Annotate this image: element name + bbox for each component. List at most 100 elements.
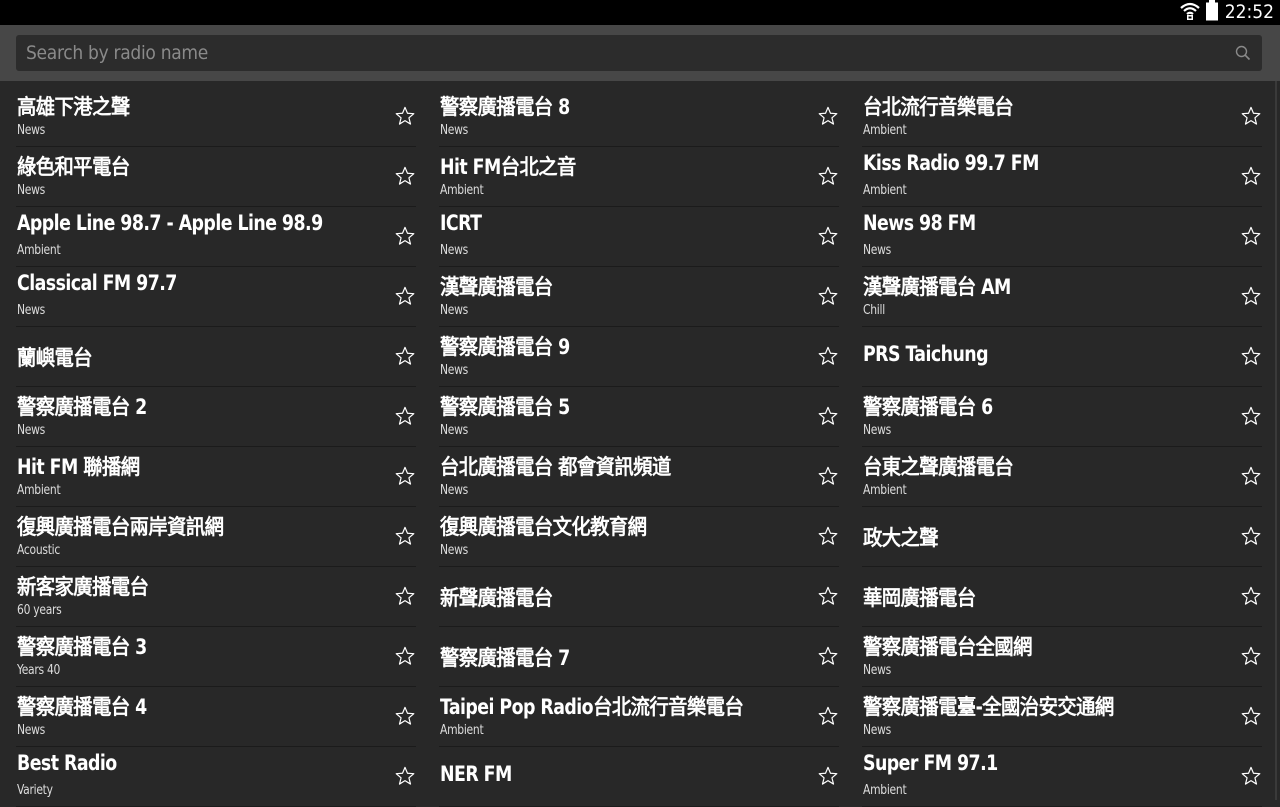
wifi-icon xyxy=(1179,1,1201,25)
search-icon[interactable] xyxy=(1234,44,1252,62)
favorite-star-icon[interactable] xyxy=(1240,465,1262,487)
favorite-star-icon[interactable] xyxy=(817,285,839,307)
favorite-star-icon[interactable] xyxy=(1240,705,1262,727)
station-list-item[interactable]: 台北廣播電台 都會資訊頻道 News xyxy=(439,447,839,507)
favorite-star-icon[interactable] xyxy=(1240,225,1262,247)
favorite-star-icon[interactable] xyxy=(817,645,839,667)
favorite-star-icon[interactable] xyxy=(394,585,416,607)
favorite-star-icon[interactable] xyxy=(1240,405,1262,427)
station-list-item[interactable]: Hit FM 聯播網 Ambient xyxy=(16,447,416,507)
station-list-item[interactable]: 漢聲廣播電台 News xyxy=(439,267,839,327)
favorite-star-icon[interactable] xyxy=(394,405,416,427)
favorite-star-icon[interactable] xyxy=(394,105,416,127)
station-name: 新聲廣播電台 xyxy=(440,586,553,610)
station-genre: News xyxy=(440,423,468,438)
station-genre: News xyxy=(440,243,468,258)
favorite-star-icon[interactable] xyxy=(394,225,416,247)
station-name: 警察廣播電台 9 xyxy=(440,335,570,359)
favorite-star-icon[interactable] xyxy=(817,465,839,487)
favorite-star-icon[interactable] xyxy=(394,705,416,727)
station-list-item[interactable]: 綠色和平電台 News xyxy=(16,147,416,207)
station-genre: 60 years xyxy=(17,603,62,618)
station-genre: Ambient xyxy=(17,483,61,498)
station-list-item[interactable]: 華岡廣播電台 xyxy=(862,567,1262,627)
station-list-item[interactable]: 新聲廣播電台 xyxy=(439,567,839,627)
station-list-item[interactable]: 政大之聲 xyxy=(862,507,1262,567)
station-column-3: 台北流行音樂電台 Ambient Kiss Radio 99.7 FM Ambient… xyxy=(862,87,1262,807)
favorite-star-icon[interactable] xyxy=(394,165,416,187)
station-list-item[interactable]: Classical FM 97.7 News xyxy=(16,267,416,327)
favorite-star-icon[interactable] xyxy=(1240,765,1262,787)
favorite-star-icon[interactable] xyxy=(394,345,416,367)
station-list-item[interactable]: 警察廣播電台 7 xyxy=(439,627,839,687)
station-list-item[interactable]: 警察廣播電台 8 News xyxy=(439,87,839,147)
favorite-star-icon[interactable] xyxy=(394,645,416,667)
station-name: Super FM 97.1 xyxy=(863,751,998,775)
station-name: 警察廣播電台 2 xyxy=(17,395,147,419)
station-list-item[interactable]: NER FM xyxy=(439,747,839,807)
station-list-item[interactable]: 警察廣播電台 9 News xyxy=(439,327,839,387)
station-list-item[interactable]: 警察廣播電臺-全國治安交通網 News xyxy=(862,687,1262,747)
station-list-item[interactable]: 漢聲廣播電台 AM Chill xyxy=(862,267,1262,327)
station-list-item[interactable]: Kiss Radio 99.7 FM Ambient xyxy=(862,147,1262,207)
station-list-item[interactable]: 復興廣播電台文化教育網 News xyxy=(439,507,839,567)
station-list-item[interactable]: 復興廣播電台兩岸資訊網 Acoustic xyxy=(16,507,416,567)
station-list-item[interactable]: Hit FM台北之音 Ambient xyxy=(439,147,839,207)
favorite-star-icon[interactable] xyxy=(1240,285,1262,307)
favorite-star-icon[interactable] xyxy=(394,465,416,487)
station-name: 台東之聲廣播電台 xyxy=(863,455,1014,479)
favorite-star-icon[interactable] xyxy=(817,585,839,607)
favorite-star-icon[interactable] xyxy=(394,285,416,307)
station-list-item[interactable]: PRS Taichung xyxy=(862,327,1262,387)
station-list-item[interactable]: Taipei Pop Radio台北流行音樂電台 Ambient xyxy=(439,687,839,747)
station-list-item[interactable]: 警察廣播電台 4 News xyxy=(16,687,416,747)
station-list-item[interactable]: Best Radio Variety xyxy=(16,747,416,807)
favorite-star-icon[interactable] xyxy=(1240,645,1262,667)
battery-icon xyxy=(1205,0,1219,25)
favorite-star-icon[interactable] xyxy=(1240,345,1262,367)
radio-station-grid[interactable]: 高雄下港之聲 News 綠色和平電台 News Apple Line 98.7 - Ap… xyxy=(0,87,1280,807)
station-list-item[interactable]: 台北流行音樂電台 Ambient xyxy=(862,87,1262,147)
favorite-star-icon[interactable] xyxy=(817,225,839,247)
station-list-item[interactable]: 警察廣播電台 2 News xyxy=(16,387,416,447)
station-genre: News xyxy=(17,123,45,138)
station-genre: News xyxy=(17,303,45,318)
station-genre: News xyxy=(17,423,45,438)
favorite-star-icon[interactable] xyxy=(394,765,416,787)
favorite-star-icon[interactable] xyxy=(817,525,839,547)
station-name: 警察廣播電台全國網 xyxy=(863,635,1032,659)
favorite-star-icon[interactable] xyxy=(1240,585,1262,607)
favorite-star-icon[interactable] xyxy=(817,345,839,367)
clock: 22:52 xyxy=(1224,1,1274,23)
station-name: 復興廣播電台兩岸資訊網 xyxy=(17,515,224,539)
station-list-item[interactable]: 高雄下港之聲 News xyxy=(16,87,416,147)
station-list-item[interactable]: 蘭嶼電台 xyxy=(16,327,416,387)
favorite-star-icon[interactable] xyxy=(1240,525,1262,547)
favorite-star-icon[interactable] xyxy=(817,405,839,427)
favorite-star-icon[interactable] xyxy=(817,165,839,187)
station-list-item[interactable]: 警察廣播電台 3 Years 40 xyxy=(16,627,416,687)
station-list-item[interactable]: 警察廣播電台 5 News xyxy=(439,387,839,447)
station-list-item[interactable]: Apple Line 98.7 - Apple Line 98.9 Ambient xyxy=(16,207,416,267)
station-name: 復興廣播電台文化教育網 xyxy=(440,515,647,539)
scrollbar[interactable] xyxy=(1275,81,1277,800)
favorite-star-icon[interactable] xyxy=(1240,105,1262,127)
station-genre: News xyxy=(17,183,45,198)
station-list-item[interactable]: News 98 FM News xyxy=(862,207,1262,267)
favorite-star-icon[interactable] xyxy=(817,765,839,787)
favorite-star-icon[interactable] xyxy=(817,705,839,727)
station-list-item[interactable]: ICRT News xyxy=(439,207,839,267)
station-name: 警察廣播電台 4 xyxy=(17,695,147,719)
favorite-star-icon[interactable] xyxy=(817,105,839,127)
station-genre: News xyxy=(440,483,468,498)
search-input[interactable]: Search by radio name xyxy=(16,35,1262,71)
station-list-item[interactable]: 警察廣播電台全國網 News xyxy=(862,627,1262,687)
station-column-2: 警察廣播電台 8 News Hit FM台北之音 Ambient ICRT News 漢聲廣… xyxy=(439,87,839,807)
favorite-star-icon[interactable] xyxy=(394,525,416,547)
station-list-item[interactable]: Super FM 97.1 Ambient xyxy=(862,747,1262,807)
station-list-item[interactable]: 台東之聲廣播電台 Ambient xyxy=(862,447,1262,507)
station-list-item[interactable]: 新客家廣播電台 60 years xyxy=(16,567,416,627)
station-genre: News xyxy=(863,243,891,258)
station-list-item[interactable]: 警察廣播電台 6 News xyxy=(862,387,1262,447)
favorite-star-icon[interactable] xyxy=(1240,165,1262,187)
